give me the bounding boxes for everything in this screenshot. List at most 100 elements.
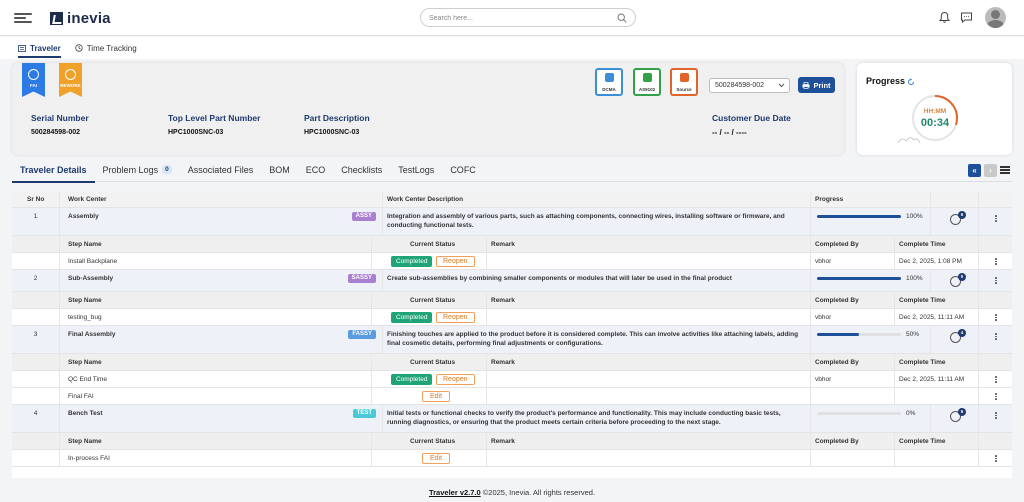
tab-eco[interactable]: ECO	[298, 158, 334, 182]
work-center-name-text: Assembly	[68, 213, 99, 220]
tab-checklists-label: Checklists	[341, 164, 383, 175]
col-complete-time: Complete Time	[895, 433, 979, 449]
source-cert-icon	[680, 73, 689, 82]
work-center-progress: 0%	[811, 405, 931, 432]
chat-icon[interactable]	[960, 11, 973, 24]
row-actions-icon[interactable]	[995, 412, 997, 419]
edit-button[interactable]: Edit	[422, 391, 451, 402]
edit-button[interactable]: Edit	[422, 453, 451, 464]
reopen-button[interactable]: Reopen	[436, 256, 475, 267]
step-complete-time: Dec 2, 2025, 11:11 AM	[895, 371, 979, 387]
hamburger-menu-icon[interactable]	[14, 13, 32, 23]
menu-icon[interactable]	[1000, 166, 1010, 174]
dcma-cert-button[interactable]: DCMA	[595, 68, 623, 96]
status-completed-badge: Completed	[391, 312, 433, 323]
row-actions-icon[interactable]	[995, 314, 997, 321]
tab-time-tracking[interactable]: Time Tracking	[75, 40, 137, 57]
col-remark: Remark	[487, 236, 811, 252]
col-completed-by: Completed By	[811, 433, 895, 449]
user-avatar[interactable]	[985, 7, 1006, 28]
document-count: 4	[958, 329, 966, 337]
print-button[interactable]: Print	[798, 77, 835, 93]
table-header-row: Sr No Work Center Work Center Descriptio…	[12, 192, 1012, 208]
step-row: Install Backplane Completed Reopen vbhor Dec…	[12, 253, 1012, 270]
source-cert-button[interactable]: Source	[670, 68, 698, 96]
part-description-value: HPC1000SNC-03	[304, 129, 360, 136]
document-count: 0	[958, 273, 966, 281]
step-complete-time	[895, 450, 979, 466]
reopen-button[interactable]: Reopen	[436, 374, 475, 385]
chevron-right-icon: ›	[989, 166, 992, 175]
row-actions-icon[interactable]	[995, 333, 997, 340]
print-button-label: Print	[813, 80, 831, 90]
row-actions-icon[interactable]	[995, 215, 997, 222]
bell-icon[interactable]	[938, 11, 951, 24]
step-remark	[487, 388, 811, 404]
tab-traveler[interactable]: Traveler	[18, 40, 61, 58]
work-center-description: Create sub-assemblies by combining small…	[383, 270, 811, 291]
col-step-name: Step Name	[60, 433, 372, 449]
step-status: Completed Reopen	[372, 253, 487, 269]
row-actions-icon[interactable]	[995, 376, 997, 383]
refresh-icon[interactable]	[907, 78, 915, 86]
col-progress: Progress	[811, 192, 931, 207]
row-actions-icon[interactable]	[995, 455, 997, 462]
tab-traveler-label: Traveler	[30, 43, 61, 53]
work-center-name: Bench Test TEST	[60, 405, 383, 432]
top-level-part-number-label: Top Level Part Number	[168, 113, 261, 123]
customer-due-date-label: Customer Due Date	[712, 113, 791, 123]
work-center-docs: 4	[931, 326, 979, 353]
footer-version-link[interactable]: Traveler v2.7.0	[429, 488, 481, 497]
work-center-name: Assembly ASSY	[60, 208, 383, 235]
reopen-button[interactable]: Reopen	[436, 312, 475, 323]
as9102-cert-icon	[643, 73, 652, 82]
rework-badge-icon	[65, 69, 76, 80]
work-center-docs: 6	[931, 208, 979, 235]
as9102-cert-label: AS9102	[638, 87, 656, 92]
search-input[interactable]	[429, 12, 609, 24]
work-center-tag: SASSY	[347, 274, 376, 283]
step-completed-by: vbhor	[811, 309, 895, 325]
search-box	[420, 8, 636, 27]
as9102-cert-button[interactable]: AS9102	[633, 68, 661, 96]
search-icon[interactable]	[617, 13, 627, 23]
step-complete-time: Dec 2, 2025, 11:11 AM	[895, 309, 979, 325]
work-center-row: 4 Bench Test TEST Initial tests or function…	[12, 405, 1012, 433]
step-name: Install Backplane	[60, 253, 372, 269]
tab-testlogs[interactable]: TestLogs	[390, 158, 442, 182]
tab-testlogs-label: TestLogs	[398, 164, 435, 175]
document-count: 6	[958, 408, 966, 416]
progress-card: Progress HH:MM 00:34	[857, 63, 1012, 155]
prev-tab-button[interactable]: «	[968, 164, 981, 177]
printer-icon	[802, 81, 810, 89]
row-actions-icon[interactable]	[995, 258, 997, 265]
col-complete-time: Complete Time	[895, 354, 979, 370]
work-center-row: 1 Assembly ASSY Integration and assembly of…	[12, 208, 1012, 236]
app-logo[interactable]: inevia	[50, 10, 111, 27]
document-count: 6	[958, 211, 966, 219]
next-tab-button[interactable]: ›	[984, 164, 997, 177]
col-current-status: Current Status	[372, 236, 487, 252]
step-header-row: Step Name Current Status Remark Completed B…	[12, 292, 1012, 309]
tab-checklists[interactable]: Checklists	[333, 158, 390, 182]
step-status: Edit	[372, 450, 487, 466]
serial-select-dropdown[interactable]: 500284598-002	[709, 78, 790, 93]
tab-problem-logs[interactable]: Problem Logs 0	[95, 158, 180, 182]
tab-traveler-details-label: Traveler Details	[20, 164, 87, 175]
row-actions-icon[interactable]	[995, 393, 997, 400]
step-complete-time: Dec 2, 2025, 1:08 PM	[895, 253, 979, 269]
tab-traveler-details[interactable]: Traveler Details	[12, 158, 95, 183]
work-center-tag: TEST	[352, 409, 376, 418]
tab-cofc[interactable]: COFC	[442, 158, 484, 182]
step-spacer	[12, 371, 60, 387]
work-center-name-text: Sub-Assembly	[68, 275, 114, 282]
module-tabs: Traveler Time Tracking	[0, 37, 1024, 59]
tab-associated-files[interactable]: Associated Files	[180, 158, 262, 182]
tab-bom[interactable]: BOM	[261, 158, 298, 182]
step-remark	[487, 309, 811, 325]
tab-time-tracking-label: Time Tracking	[86, 43, 137, 53]
progress-percent: 100%	[906, 275, 923, 282]
clock-icon	[75, 44, 83, 52]
row-actions-icon[interactable]	[995, 277, 997, 284]
step-completed-by	[811, 450, 895, 466]
